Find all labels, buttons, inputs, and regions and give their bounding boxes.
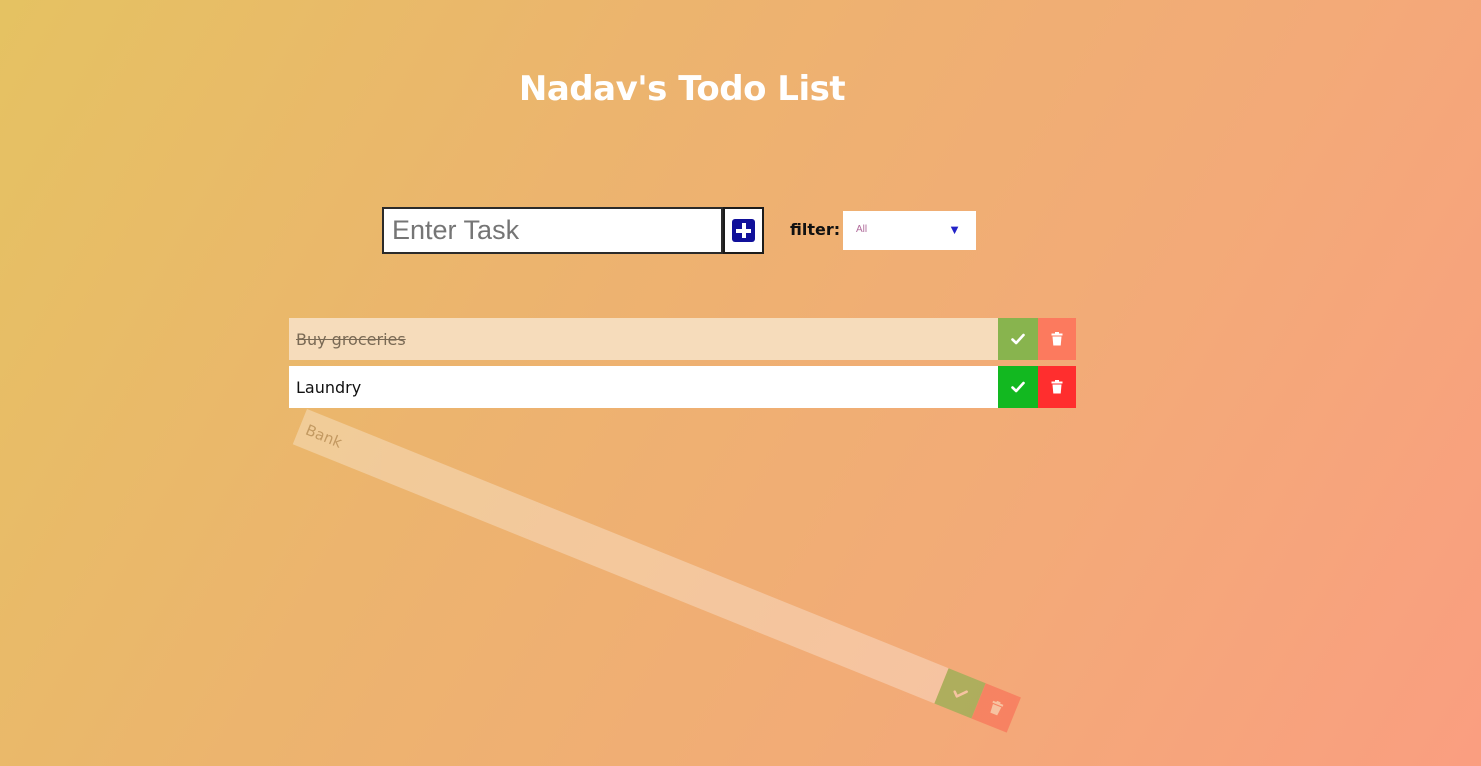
trash-icon — [1051, 380, 1063, 394]
complete-button[interactable] — [998, 318, 1038, 360]
todo-item: Laundry — [289, 366, 1076, 408]
filter-select[interactable]: All ▼ — [843, 211, 976, 250]
filter-label: filter: — [790, 220, 841, 239]
delete-button[interactable] — [1038, 366, 1076, 408]
trash-icon — [990, 700, 1004, 716]
todo-item-text[interactable]: Laundry — [289, 366, 998, 408]
todo-item-text: Bank — [292, 409, 949, 704]
check-icon — [1011, 381, 1025, 393]
todo-item: Buy groceries — [289, 318, 1076, 360]
trash-icon — [1051, 332, 1063, 346]
check-icon — [1011, 333, 1025, 345]
complete-button[interactable] — [998, 366, 1038, 408]
page-title: Nadav's Todo List — [518, 68, 846, 109]
task-input[interactable] — [382, 207, 723, 254]
delete-button[interactable] — [1038, 318, 1076, 360]
filter-selected-value: All — [856, 224, 868, 235]
add-task-button[interactable] — [723, 207, 764, 254]
todo-item-falling: Bank — [292, 409, 1021, 733]
todo-item-text[interactable]: Buy groceries — [289, 318, 998, 360]
check-icon — [953, 690, 968, 698]
plus-square-icon — [732, 219, 755, 242]
dropdown-arrow-icon: ▼ — [948, 222, 961, 237]
